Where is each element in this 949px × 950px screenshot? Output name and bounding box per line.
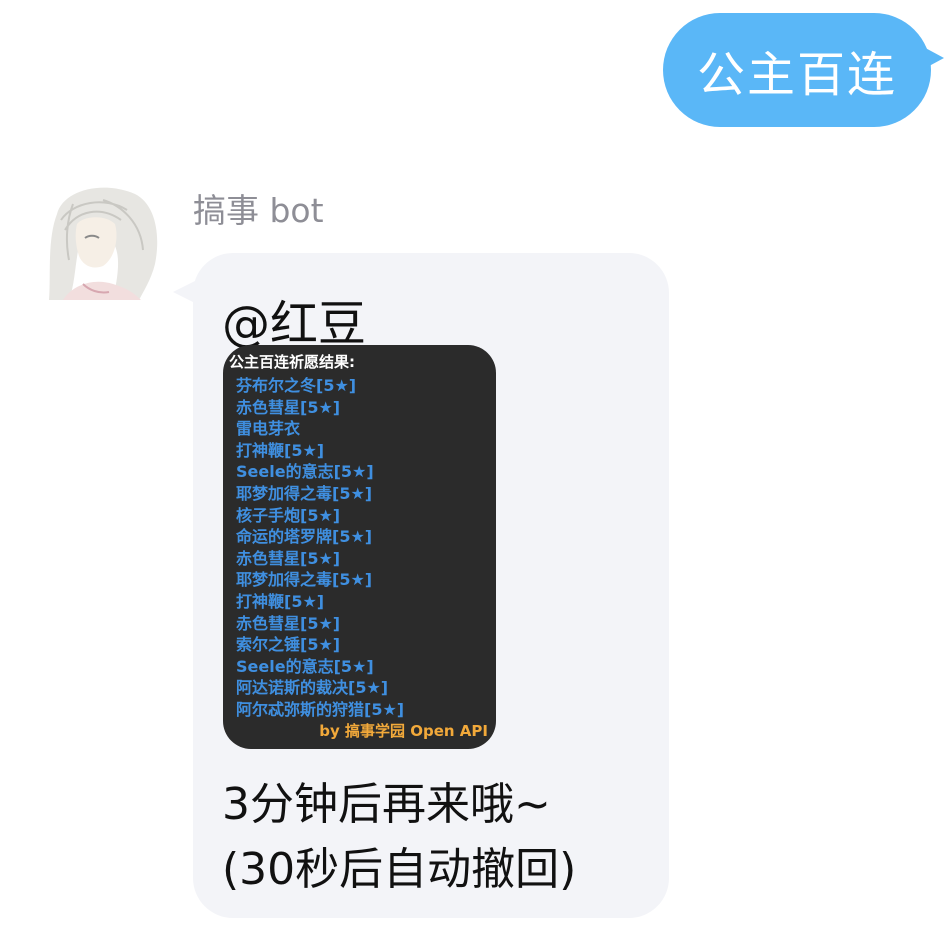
reply-text-line-2: (30秒后自动撤回) — [222, 844, 577, 895]
result-item: 赤色彗星[5★] — [236, 397, 341, 417]
outgoing-message-bubble[interactable]: 公主百连 — [663, 13, 931, 127]
avatar-anime-girl-icon[interactable] — [43, 180, 163, 300]
outgoing-bubble-tail — [918, 44, 944, 72]
reply-text-line-1: 3分钟后再来哦~ — [222, 779, 551, 830]
outgoing-message-text: 公主百连 — [696, 47, 897, 103]
result-item: 核子手炮[5★] — [236, 505, 341, 525]
result-item: 命运的塔罗牌[5★] — [236, 527, 373, 547]
result-item: 打神鞭[5★] — [236, 591, 325, 611]
result-list: 芬布尔之冬[5★] 赤色彗星[5★] 雷电芽衣 打神鞭[5★] Seele的意志… — [236, 375, 404, 721]
result-title: 公主百连祈愿结果: — [229, 353, 355, 371]
result-footer: by 搞事学园 Open API — [319, 722, 488, 740]
result-item: 索尔之锤[5★] — [236, 635, 341, 655]
result-item: 雷电芽衣 — [236, 419, 301, 439]
result-item: 赤色彗星[5★] — [236, 613, 341, 633]
result-item: 芬布尔之冬[5★] — [236, 376, 357, 395]
result-item: 赤色彗星[5★] — [236, 548, 341, 568]
result-image[interactable]: 公主百连祈愿结果: 芬布尔之冬[5★] 赤色彗星[5★] 雷电芽衣 打神鞭[5★… — [223, 345, 496, 749]
result-item: 耶梦加得之毒[5★] — [236, 483, 373, 503]
result-item: Seele的意志[5★] — [236, 656, 374, 676]
sender-name: 搞事 bot — [193, 191, 324, 230]
result-item: Seele的意志[5★] — [236, 462, 374, 482]
result-item: 耶梦加得之毒[5★] — [236, 570, 373, 590]
result-item: 阿尔忒弥斯的狩猎[5★] — [236, 699, 405, 719]
mention-text[interactable]: @红豆 — [222, 284, 366, 354]
result-item: 打神鞭[5★] — [236, 440, 325, 460]
result-item: 阿达诺斯的裁决[5★] — [236, 678, 389, 698]
